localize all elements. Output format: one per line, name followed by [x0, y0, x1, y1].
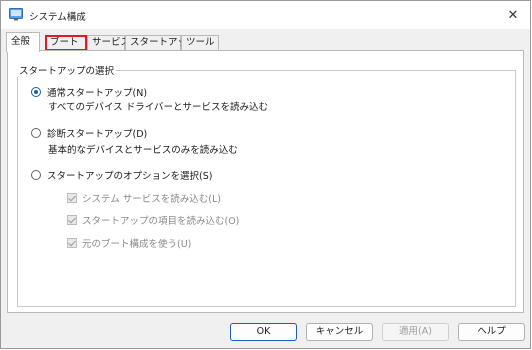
- tab-bar: 全般 ブート サービス スタートアップ ツール: [1, 29, 530, 52]
- tab-services[interactable]: サービス: [87, 35, 130, 51]
- load-startup-items-label: スタートアップの項目を読み込む(O): [82, 216, 240, 227]
- title-bar[interactable]: システム構成 ✕: [1, 1, 530, 29]
- selective-startup-radio[interactable]: [31, 170, 41, 180]
- close-button[interactable]: ✕: [504, 7, 522, 23]
- use-original-boot-config-option[interactable]: 元のブート構成を使う(U): [67, 236, 191, 250]
- normal-startup-desc: すべてのデバイス ドライバーとサービスを読み込む: [48, 102, 269, 113]
- normal-startup-label: 通常スタートアップ(N): [47, 88, 148, 99]
- use-original-boot-config-checkbox[interactable]: [67, 238, 77, 248]
- startup-selection-label: スタートアップの選択: [17, 63, 117, 77]
- apply-button[interactable]: 適用(A): [382, 323, 449, 341]
- diagnostic-startup-radio[interactable]: [31, 128, 41, 138]
- help-button[interactable]: ヘルプ: [458, 323, 525, 341]
- normal-startup-option[interactable]: 通常スタートアップ(N): [31, 85, 147, 99]
- load-system-services-option[interactable]: システム サービスを読み込む(L): [67, 191, 221, 205]
- cancel-button[interactable]: キャンセル: [306, 323, 373, 341]
- diagnostic-startup-label: 診断スタートアップ(D): [47, 129, 148, 140]
- selective-startup-label: スタートアップのオプションを選択(S): [47, 171, 213, 182]
- general-tab-panel: スタートアップの選択 通常スタートアップ(N) すべてのデバイス ドライバーとサ…: [7, 50, 524, 313]
- tab-tools[interactable]: ツール: [181, 35, 219, 51]
- window-title: システム構成: [29, 12, 86, 23]
- tab-general[interactable]: 全般: [6, 32, 40, 52]
- load-startup-items-option[interactable]: スタートアップの項目を読み込む(O): [67, 213, 239, 227]
- selective-startup-option[interactable]: スタートアップのオプションを選択(S): [31, 168, 212, 182]
- close-icon: ✕: [507, 7, 519, 23]
- load-system-services-label: システム サービスを読み込む(L): [82, 194, 221, 205]
- diagnostic-startup-option[interactable]: 診断スタートアップ(D): [31, 126, 147, 140]
- use-original-boot-config-label: 元のブート構成を使う(U): [82, 239, 192, 250]
- ok-button[interactable]: OK: [230, 323, 297, 341]
- tab-startup[interactable]: スタートアップ: [125, 35, 197, 51]
- tab-boot[interactable]: ブート: [45, 35, 87, 51]
- system-config-icon: [9, 8, 23, 21]
- load-startup-items-checkbox[interactable]: [67, 215, 77, 225]
- normal-startup-radio[interactable]: [31, 87, 41, 97]
- diagnostic-startup-desc: 基本的なデバイスとサービスのみを読み込む: [48, 145, 238, 156]
- load-system-services-checkbox[interactable]: [67, 193, 77, 203]
- system-config-window: システム構成 ✕ 全般 ブート サービス スタートアップ ツール スタートアップ…: [0, 0, 531, 349]
